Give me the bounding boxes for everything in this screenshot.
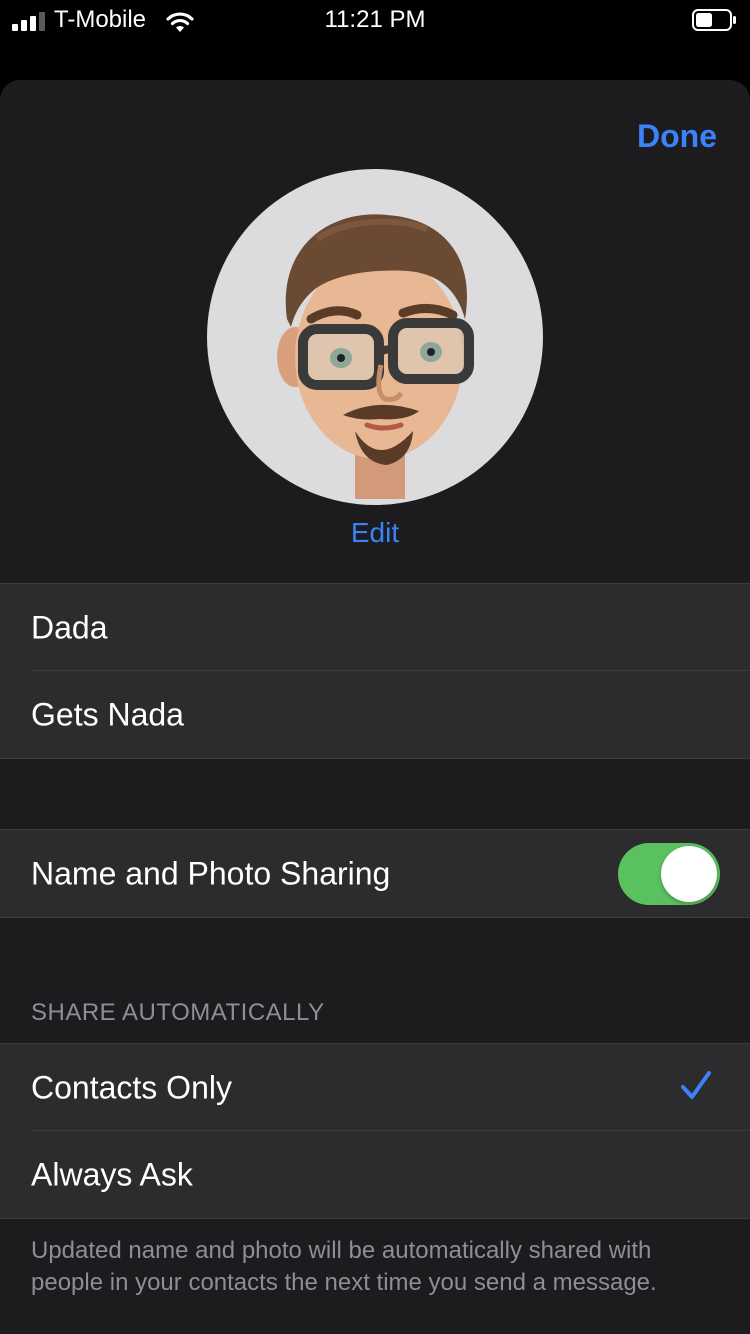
option-always-ask[interactable]: Always Ask (0, 1131, 750, 1218)
name-photo-sharing-row: Name and Photo Sharing (0, 830, 750, 917)
battery-icon (692, 9, 736, 31)
option-contacts-only[interactable]: Contacts Only (0, 1044, 750, 1131)
name-photo-sharing-label: Name and Photo Sharing (31, 855, 391, 891)
profile-sheet: Done Edit Dada Gets Nada Name and Photo … (0, 80, 750, 1334)
edit-photo-button[interactable]: Edit (0, 517, 750, 549)
clock: 11:21 PM (324, 6, 426, 33)
done-button[interactable]: Done (637, 118, 717, 155)
memoji-avatar-icon (277, 214, 474, 499)
first-name-field[interactable]: Dada (0, 584, 750, 671)
option-label: Always Ask (31, 1156, 193, 1192)
share-automatically-header: SHARE AUTOMATICALLY (31, 999, 325, 1026)
last-name-field[interactable]: Gets Nada (0, 671, 750, 758)
last-name-value: Gets Nada (31, 696, 184, 732)
toggle-knob (661, 846, 717, 902)
status-bar: T-Mobile 11:21 PM (0, 0, 750, 40)
checkmark-icon (681, 1071, 711, 1099)
share-automatically-footer: Updated name and photo will be automatic… (31, 1237, 657, 1296)
sharing-group: Name and Photo Sharing (0, 829, 750, 918)
first-name-value: Dada (31, 609, 108, 645)
share-options-group: Contacts Only Always Ask (0, 1043, 750, 1219)
name-fields-group: Dada Gets Nada (0, 583, 750, 759)
option-label: Contacts Only (31, 1069, 232, 1105)
name-photo-sharing-toggle[interactable] (618, 843, 720, 905)
memoji-avatar[interactable] (207, 169, 543, 505)
